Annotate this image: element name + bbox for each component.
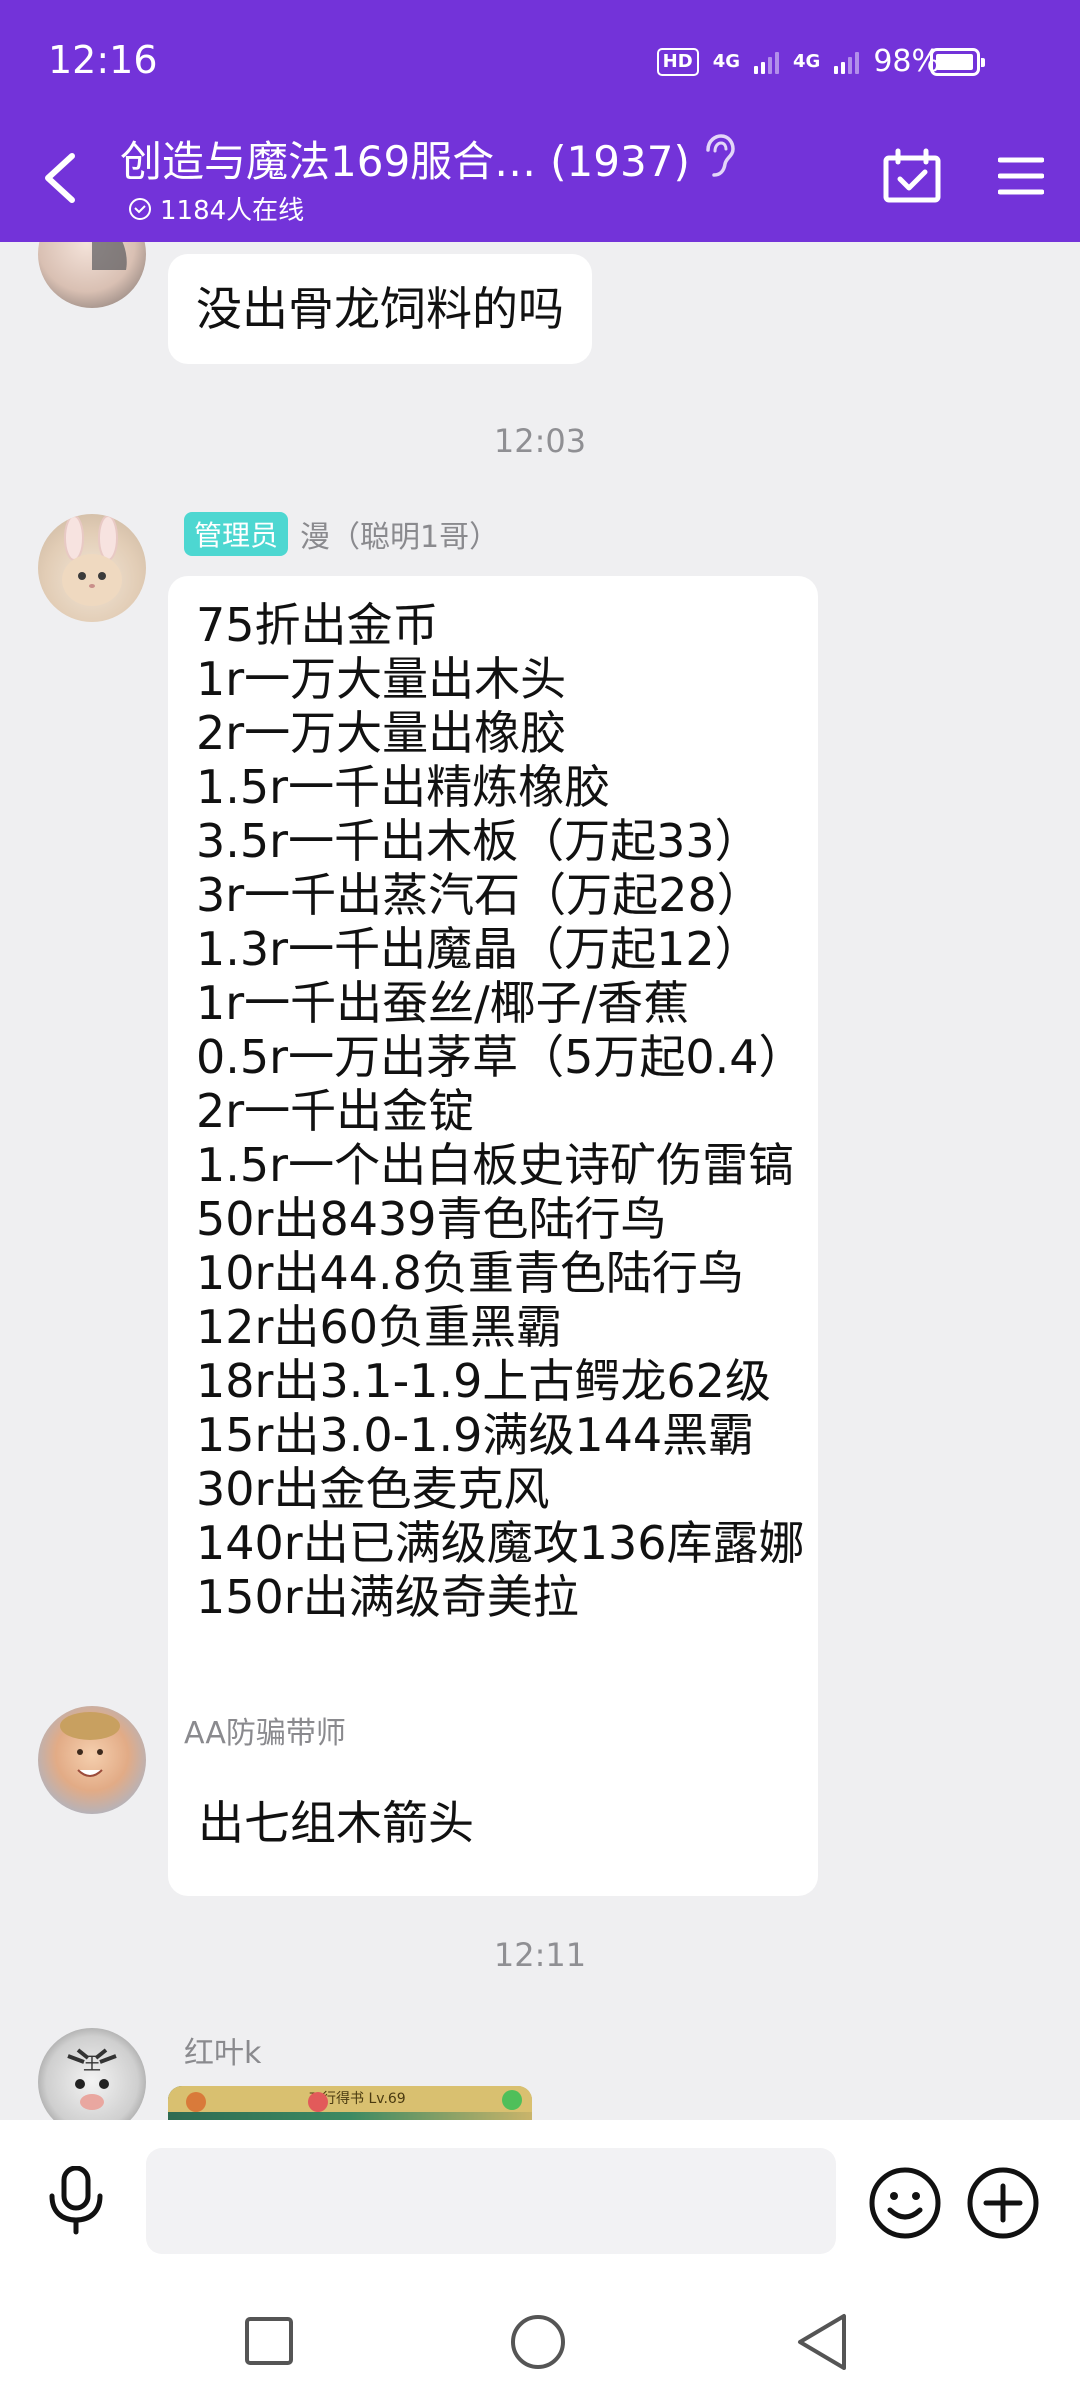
message-line: 30r出金色麦克风 [196,1462,550,1516]
sender-name[interactable]: 漫（聪明1哥） [300,512,499,556]
message-line: 2r一千出金锭 [196,1084,475,1138]
avatar-user-3[interactable] [38,1706,146,1814]
avatar-user-1[interactable] [38,242,146,308]
sender-name-row: AA防骗带师 [184,1708,346,1752]
message-line: 3r一千出蒸汽石（万起28） [196,868,763,922]
sender-name[interactable]: 红叶k [184,2028,261,2072]
message-line: 0.5r一万出茅草（5万起0.4） [196,1030,805,1084]
home-icon[interactable] [510,2314,566,2370]
emoji-icon[interactable] [868,2166,942,2240]
message-timestamp: 12:11 [493,1936,587,1974]
input-bar [0,2120,1080,2276]
recents-icon[interactable] [244,2316,294,2366]
image-message[interactable]: 三行得书 Lv.69 [168,2086,532,2120]
chat-title[interactable]: 创造与魔法169服合… (1937) [120,128,690,189]
message-input[interactable] [146,2148,836,2254]
menu-icon[interactable] [998,156,1044,196]
online-text: 1184人在线 [160,196,305,226]
message-line: 18r出3.1-1.9上古鳄龙62级 [196,1354,771,1408]
message-text: 出七组木箭头 [198,1796,474,1850]
group-name: 创造与魔法169服合… [120,137,537,186]
top-header: 12:16 HD 4G 4G 98% 创造与魔法169服合… (1937) 118… [0,0,1080,242]
avatar-user-2[interactable] [38,514,146,622]
sender-name-row: 红叶k [184,2028,261,2072]
signal-icon [754,50,779,74]
message-line: 1.3r一千出魔晶（万起12） [196,922,761,976]
status-time: 12:16 [48,38,158,82]
message-line: 3.5r一千出木板（万起33） [196,814,761,868]
back-icon[interactable] [38,150,82,206]
battery-icon [930,48,985,76]
avatar-face-icon [92,242,127,270]
message-line: 10r出44.8负重青色陆行鸟 [196,1246,744,1300]
message-line: 1r一万大量出木头 [196,652,567,706]
message-text: 没出骨龙饲料的吗 [196,282,564,336]
message-line: 12r出60负重黑霸 [196,1300,562,1354]
online-check-icon [129,197,151,220]
message-timestamp: 12:03 [493,422,587,460]
hd-icon: HD [656,47,699,76]
message-bubble[interactable]: 没出骨龙饲料的吗 [168,254,592,364]
avatar-glyph: 王 [83,2054,101,2075]
message-line: 150r出满级奇美拉 [196,1570,579,1624]
system-nav-bar [0,2276,1080,2408]
message-bubble[interactable]: 出七组木箭头 [168,1768,498,1878]
plus-icon[interactable] [966,2166,1040,2240]
message-bubble[interactable]: 75折出金币 1r一万大量出木头 2r一万大量出橡胶 1.5r一千出精炼橡胶 3… [168,576,818,1896]
status-icons: HD 4G 4G 98% [656,44,940,79]
person-avatar-icon [60,1712,120,1777]
message-line: 1.5r一个出白板史诗矿伤雷镐 [196,1138,795,1192]
calendar-check-icon[interactable] [882,148,942,204]
message-text: 75折出金币 1r一万大量出木头 2r一万大量出橡胶 1.5r一千出精炼橡胶 3… [196,598,805,1624]
online-count: 1184人在线 [128,190,304,227]
avatar-user-4[interactable]: 王 [38,2028,146,2120]
network-4g-icon-2: 4G [793,50,821,72]
member-count: (1937) [550,137,690,186]
sender-name-row: 管理员 漫（聪明1哥） [184,512,499,556]
bunny-cat-avatar-icon [62,515,122,606]
tiger-avatar-icon: 王 [67,2048,117,2110]
admin-badge: 管理员 [184,512,289,556]
back-nav-icon[interactable] [794,2312,848,2372]
sender-name[interactable]: AA防骗带师 [184,1708,346,1752]
message-line: 15r出3.0-1.9满级144黑霸 [196,1408,755,1462]
message-line: 2r一万大量出橡胶 [196,706,567,760]
message-line: 1.5r一千出精炼橡胶 [196,760,611,814]
signal-icon-2 [834,50,860,74]
message-line: 140r出已满级魔攻136库露娜 [196,1516,805,1570]
message-line: 1r一千出蚕丝/椰子/香蕉 [196,976,690,1030]
message-line: 50r出8439青色陆行鸟 [196,1192,667,1246]
chat-messages[interactable]: 没出骨龙饲料的吗 12:03 管理员 漫（聪明1哥） 75折出金币 1r一万大量… [0,242,1080,2120]
microphone-icon[interactable] [44,2166,108,2236]
network-4g-icon: 4G [712,50,740,72]
message-line: 75折出金币 [196,598,439,652]
ear-icon[interactable] [700,134,736,178]
